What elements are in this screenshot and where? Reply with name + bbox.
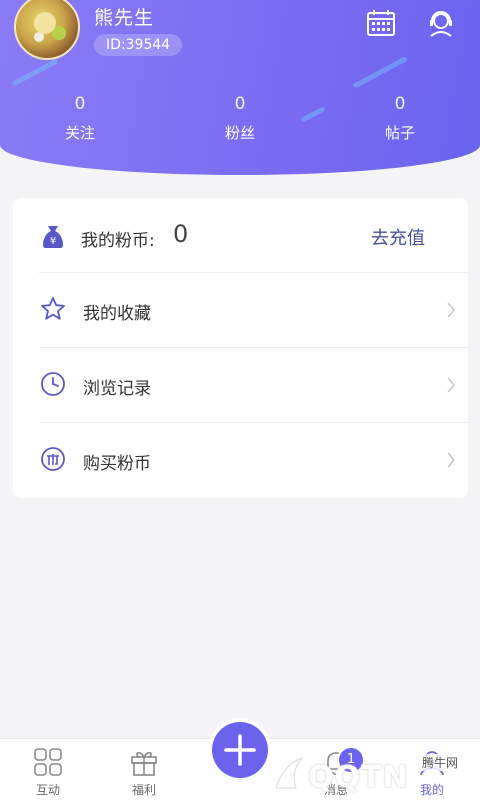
customer-service-icon[interactable] bbox=[426, 8, 456, 38]
balance-value: 0 bbox=[173, 220, 189, 248]
plus-icon bbox=[224, 734, 256, 766]
stat-label: 粉丝 bbox=[224, 124, 255, 142]
menu-item-label: 浏览记录 bbox=[83, 379, 151, 399]
watermark-logo-icon bbox=[275, 756, 304, 789]
grid-icon bbox=[34, 748, 62, 776]
account-card: ¥ 我的粉币: 0 去充值 我的收藏 浏览记录 购买粉币 bbox=[13, 198, 468, 498]
coin-icon bbox=[41, 447, 65, 471]
stat-posts[interactable]: 0 帖子 bbox=[360, 94, 440, 143]
menu-item-history[interactable]: 浏览记录 bbox=[13, 348, 468, 422]
recharge-link[interactable]: 去充值 bbox=[371, 224, 425, 250]
decor-streak bbox=[352, 56, 408, 89]
balance-label: 我的粉币: bbox=[81, 231, 155, 251]
tab-interaction[interactable]: 互动 bbox=[0, 739, 96, 800]
svg-text:¥: ¥ bbox=[50, 236, 56, 247]
avatar[interactable] bbox=[14, 0, 80, 60]
stat-value: 0 bbox=[234, 94, 246, 114]
profile-header: 熊先生 ID:39544 0 关注 0 粉丝 0 帖子 bbox=[0, 0, 480, 175]
stat-label: 关注 bbox=[64, 124, 95, 142]
chevron-right-icon bbox=[447, 377, 455, 393]
stat-value: 0 bbox=[74, 94, 86, 114]
user-id-badge: ID:39544 bbox=[94, 34, 183, 56]
money-bag-icon: ¥ bbox=[43, 226, 63, 248]
gift-icon bbox=[131, 751, 157, 776]
watermark-brand: QQTN bbox=[308, 760, 409, 795]
username: 熊先生 bbox=[94, 7, 155, 29]
stat-fans[interactable]: 0 粉丝 bbox=[200, 94, 280, 143]
decor-streak bbox=[300, 106, 326, 123]
watermark: QQTN 腾牛网 bbox=[272, 748, 480, 800]
chevron-right-icon bbox=[447, 302, 455, 318]
menu-item-favorites[interactable]: 我的收藏 bbox=[13, 273, 468, 347]
menu-item-label: 购买粉币 bbox=[83, 454, 151, 474]
tab-welfare[interactable]: 福利 bbox=[96, 739, 192, 800]
calendar-icon[interactable] bbox=[366, 8, 396, 38]
tab-label: 互动 bbox=[35, 783, 60, 797]
menu-item-buy-coins[interactable]: 购买粉币 bbox=[13, 423, 468, 497]
stat-value: 0 bbox=[394, 94, 406, 114]
balance-row: ¥ 我的粉币: 0 去充值 bbox=[13, 198, 468, 272]
decor-streak bbox=[11, 58, 59, 87]
tab-label: 福利 bbox=[131, 783, 156, 797]
create-post-button[interactable] bbox=[212, 722, 268, 778]
star-icon bbox=[41, 297, 65, 320]
menu-item-label: 我的收藏 bbox=[83, 304, 151, 324]
stat-following[interactable]: 0 关注 bbox=[40, 94, 120, 143]
watermark-site: 腾牛网 bbox=[420, 754, 461, 771]
stat-label: 帖子 bbox=[384, 124, 415, 142]
chevron-right-icon bbox=[447, 452, 455, 468]
clock-icon bbox=[41, 372, 65, 396]
